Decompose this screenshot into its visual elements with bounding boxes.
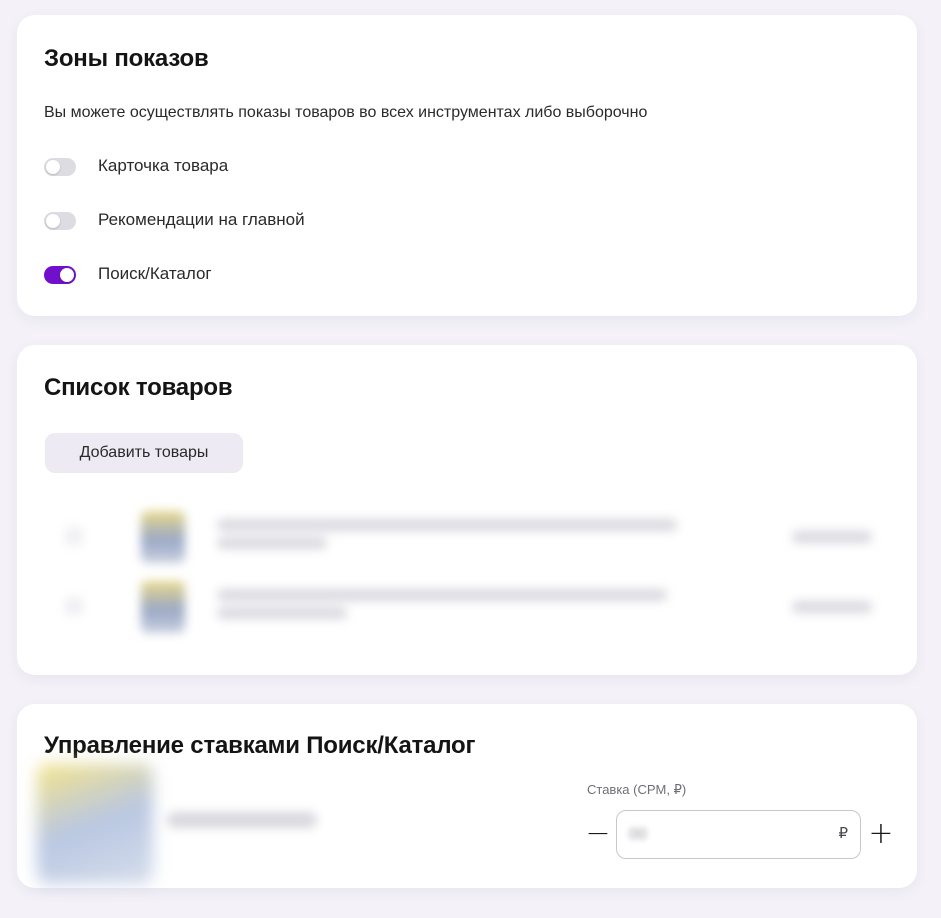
increase-rate-button[interactable]: + (868, 816, 894, 852)
toggle-knob (46, 160, 60, 174)
toggle-knob (46, 214, 60, 228)
currency-symbol: ₽ (838, 825, 848, 842)
rate-input[interactable] (629, 823, 809, 847)
product-price-redacted (792, 601, 872, 613)
product-thumbnail (141, 581, 185, 633)
product-list-card: Список товаров Добавить товары (17, 345, 917, 675)
display-zones-card: Зоны показов Вы можете осуществлять пока… (17, 15, 917, 316)
bid-management-title: Управление ставками Поиск/Каталог (44, 732, 476, 759)
product-title-redacted (217, 589, 667, 601)
product-subtitle-redacted (217, 607, 347, 619)
zone-toggle-home-recommendations[interactable] (44, 212, 76, 230)
product-checkbox[interactable] (65, 597, 83, 615)
product-price-redacted (792, 531, 872, 543)
display-zones-description: Вы можете осуществлять показы товаров во… (44, 104, 648, 121)
zone-row-product-card[interactable]: Карточка товара (44, 154, 444, 178)
product-name-redacted (167, 812, 317, 828)
product-row-redacted[interactable] (57, 575, 877, 635)
product-subtitle-redacted (217, 537, 327, 549)
product-thumbnail (37, 764, 153, 884)
toggle-knob (60, 268, 74, 282)
zone-label-home-recommendations: Рекомендации на главной (98, 210, 305, 229)
zone-toggle-search-catalog[interactable] (44, 266, 76, 284)
product-row-redacted[interactable] (57, 505, 877, 565)
product-thumbnail (141, 511, 185, 563)
zone-row-search-catalog[interactable]: Поиск/Каталог (44, 262, 444, 286)
add-products-button[interactable]: Добавить товары (45, 433, 243, 473)
product-title-redacted (217, 519, 677, 531)
zone-row-home-recommendations[interactable]: Рекомендации на главной (44, 208, 444, 232)
zone-label-product-card: Карточка товара (98, 156, 229, 175)
rate-field[interactable]: ₽ (616, 810, 861, 859)
zone-toggle-product-card[interactable] (44, 158, 76, 176)
zone-label-search-catalog: Поиск/Каталог (98, 264, 212, 283)
rate-label: Ставка (CPM, ₽) (587, 782, 687, 797)
decrease-rate-button[interactable]: − (585, 816, 611, 852)
bid-management-card: Управление ставками Поиск/Каталог Ставка… (17, 704, 917, 888)
product-checkbox[interactable] (65, 527, 83, 545)
display-zones-title: Зоны показов (44, 45, 209, 72)
product-list-title: Список товаров (44, 374, 233, 401)
